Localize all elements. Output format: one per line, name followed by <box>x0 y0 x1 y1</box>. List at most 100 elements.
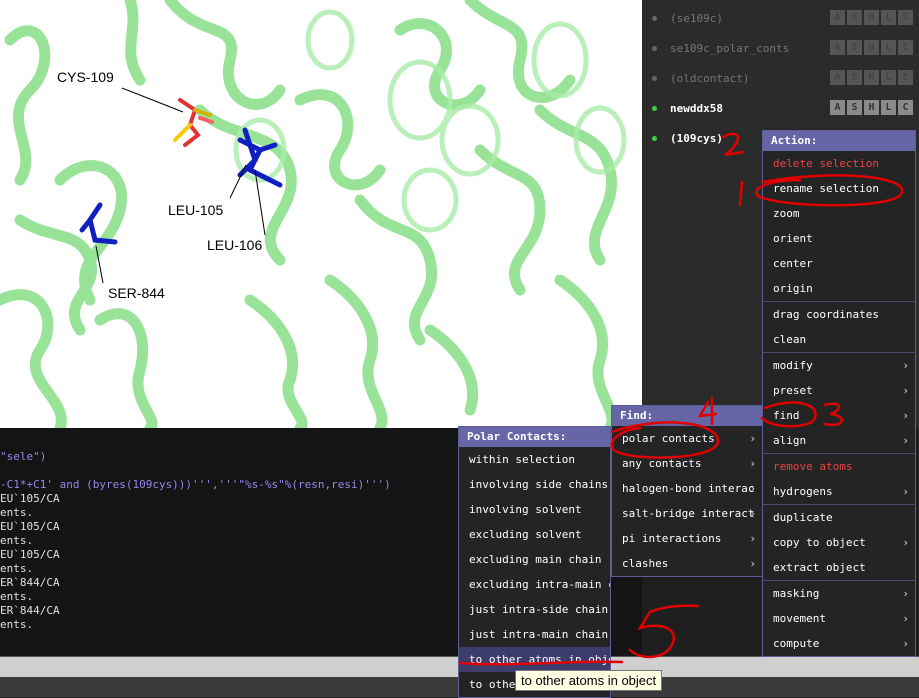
menu-item[interactable]: orient <box>763 226 915 251</box>
menu-item[interactable]: rename selection <box>763 176 915 201</box>
object-button-l[interactable]: L <box>881 70 896 85</box>
menu-item[interactable]: remove atoms <box>763 454 915 479</box>
menu-item-label: extract object <box>773 561 866 574</box>
menu-item[interactable]: find › <box>763 403 915 428</box>
label-cys109: CYS-109 <box>57 69 114 85</box>
object-row[interactable]: se109c_polar_conts A S H L C <box>642 37 919 61</box>
console-line: ents. <box>0 562 34 575</box>
menu-item[interactable]: clashes › <box>612 551 762 576</box>
object-button-h[interactable]: H <box>864 40 879 55</box>
menu-item[interactable]: clean <box>763 327 915 352</box>
visibility-dot-icon[interactable] <box>652 136 657 141</box>
menu-item[interactable]: duplicate <box>763 505 915 530</box>
visibility-dot-icon[interactable] <box>652 76 657 81</box>
menu-item[interactable]: copy to object › <box>763 530 915 555</box>
menu-item[interactable]: salt-bridge interact › <box>612 501 762 526</box>
object-button-c[interactable]: C <box>898 100 913 115</box>
object-button-a[interactable]: A <box>830 10 845 25</box>
object-button-a[interactable]: A <box>830 40 845 55</box>
menu-item[interactable]: drag coordinates <box>763 302 915 327</box>
menu-item[interactable]: modify › <box>763 353 915 378</box>
object-name[interactable]: (oldcontact) <box>670 72 749 85</box>
tooltip: to other atoms in object <box>515 670 663 691</box>
chevron-right-icon: › <box>902 409 909 422</box>
console-line: ents. <box>0 506 34 519</box>
menu-item[interactable]: involving solvent <box>459 497 610 522</box>
menu-item[interactable]: any contacts › <box>612 451 762 476</box>
menu-item-label: rename selection <box>773 182 879 195</box>
menu-item[interactable]: origin <box>763 276 915 301</box>
menu-item[interactable]: halogen-bond interac › <box>612 476 762 501</box>
menu-item-label: to other atoms in obje <box>469 653 610 666</box>
menu-item-label: compute <box>773 637 820 650</box>
molecular-viewport[interactable]: CYS-109 LEU-105 LEU-106 SER-844 <box>0 0 642 428</box>
menu-item[interactable]: extract object <box>763 555 915 580</box>
menu-item[interactable]: just intra-side chain <box>459 597 610 622</box>
visibility-dot-icon[interactable] <box>652 46 657 51</box>
menu-item[interactable]: polar contacts › <box>612 426 762 451</box>
find-menu: Find: polar contacts › any contacts › haloge… <box>611 405 763 577</box>
object-button-h[interactable]: H <box>864 100 879 115</box>
object-row[interactable]: (oldcontact) A S H L C <box>642 67 919 91</box>
menu-item[interactable]: align › <box>763 428 915 453</box>
menu-item-label: remove atoms <box>773 460 853 473</box>
menu-item[interactable]: compute › <box>763 631 915 656</box>
menu-item[interactable]: center <box>763 251 915 276</box>
object-button-l[interactable]: L <box>881 10 896 25</box>
object-button-s[interactable]: S <box>847 10 862 25</box>
menu-item[interactable]: excluding main chain <box>459 547 610 572</box>
action-menu-title: Action: <box>763 131 915 151</box>
object-row[interactable]: newddx58 A S H L C <box>642 97 919 121</box>
menu-item[interactable]: delete selection <box>763 151 915 176</box>
chevron-right-icon: › <box>902 384 909 397</box>
menu-item[interactable]: hydrogens › <box>763 479 915 504</box>
object-name[interactable]: (109cys) <box>670 132 723 145</box>
object-name[interactable]: (se109c) <box>670 12 723 25</box>
object-button-l[interactable]: L <box>881 40 896 55</box>
menu-item[interactable]: just intra-main chain <box>459 622 610 647</box>
chevron-right-icon: › <box>902 637 909 650</box>
menu-item[interactable]: movement › <box>763 606 915 631</box>
menu-item-label: halogen-bond interac <box>622 482 755 495</box>
object-button-c[interactable]: C <box>898 40 913 55</box>
menu-item[interactable]: pi interactions › <box>612 526 762 551</box>
object-button-l[interactable]: L <box>881 100 896 115</box>
object-name[interactable]: newddx58 <box>670 102 723 115</box>
console-line: EU`105/CA <box>0 520 60 533</box>
object-button-s[interactable]: S <box>847 40 862 55</box>
menu-item-label: drag coordinates <box>773 308 879 321</box>
menu-item[interactable]: within selection <box>459 447 610 472</box>
menu-item-label: just intra-main chain <box>469 628 609 641</box>
menu-item-label: hydrogens <box>773 485 833 498</box>
object-button-s[interactable]: S <box>847 70 862 85</box>
menu-item-label: copy to object <box>773 536 866 549</box>
menu-item[interactable]: to other atoms in obje <box>459 647 610 672</box>
object-button-c[interactable]: C <box>898 10 913 25</box>
object-button-h[interactable]: H <box>864 10 879 25</box>
label-leu105: LEU-105 <box>168 202 224 218</box>
console-line: ents. <box>0 590 34 603</box>
object-button-s[interactable]: S <box>847 100 862 115</box>
chevron-right-icon: › <box>749 457 756 470</box>
menu-item-label: excluding solvent <box>469 528 582 541</box>
menu-item[interactable]: masking › <box>763 581 915 606</box>
chevron-right-icon: › <box>749 532 756 545</box>
object-row[interactable]: (se109c) A S H L C <box>642 7 919 31</box>
object-name[interactable]: se109c_polar_conts <box>670 42 789 55</box>
console-line: "sele") <box>0 450 47 463</box>
menu-item[interactable]: excluding solvent <box>459 522 610 547</box>
visibility-dot-icon[interactable] <box>652 106 657 111</box>
object-button-a[interactable]: A <box>830 70 845 85</box>
object-button-c[interactable]: C <box>898 70 913 85</box>
menu-item-label: delete selection <box>773 157 879 170</box>
menu-item[interactable]: excluding intra-main c <box>459 572 610 597</box>
console-line: ents. <box>0 534 34 547</box>
menu-item-label: orient <box>773 232 813 245</box>
menu-item[interactable]: zoom <box>763 201 915 226</box>
menu-item[interactable]: preset › <box>763 378 915 403</box>
object-button-h[interactable]: H <box>864 70 879 85</box>
object-button-a[interactable]: A <box>830 100 845 115</box>
console-line: ER`844/CA <box>0 576 60 589</box>
visibility-dot-icon[interactable] <box>652 16 657 21</box>
menu-item[interactable]: involving side chains <box>459 472 610 497</box>
